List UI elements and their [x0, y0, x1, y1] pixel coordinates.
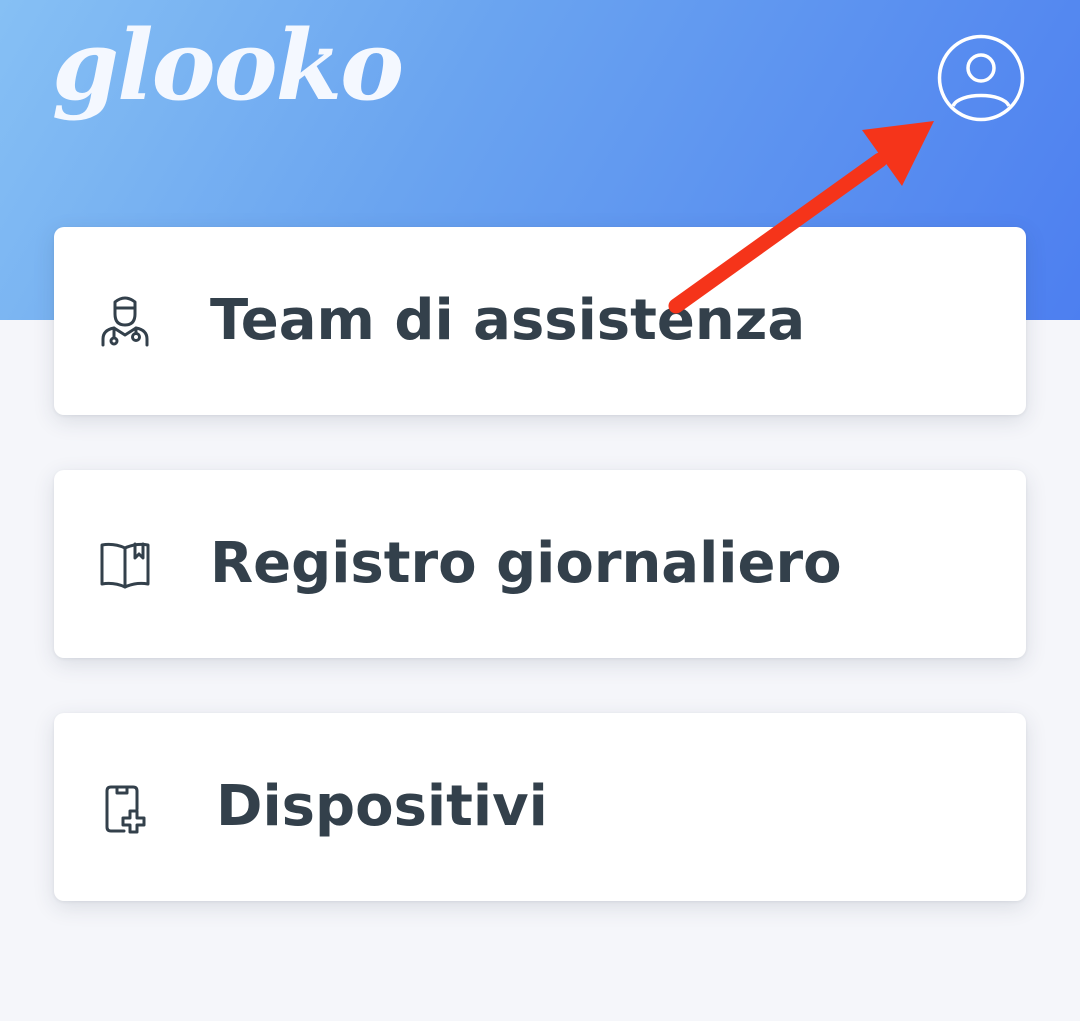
glooko-logo: glooko: [52, 9, 404, 122]
user-circle-icon: [937, 34, 1025, 122]
logbook-icon: [96, 536, 154, 594]
menu-item-daily-log[interactable]: Registro giornaliero: [54, 470, 1026, 658]
menu-item-label: Dispositivi: [216, 774, 548, 839]
menu-item-label: Team di assistenza: [210, 288, 806, 353]
profile-button[interactable]: [937, 34, 1025, 122]
device-add-icon: [96, 779, 154, 837]
menu-item-care-team[interactable]: Team di assistenza: [54, 227, 1026, 415]
doctor-icon: [96, 293, 154, 351]
menu-item-devices[interactable]: Dispositivi: [54, 713, 1026, 901]
menu-item-label: Registro giornaliero: [210, 531, 842, 596]
